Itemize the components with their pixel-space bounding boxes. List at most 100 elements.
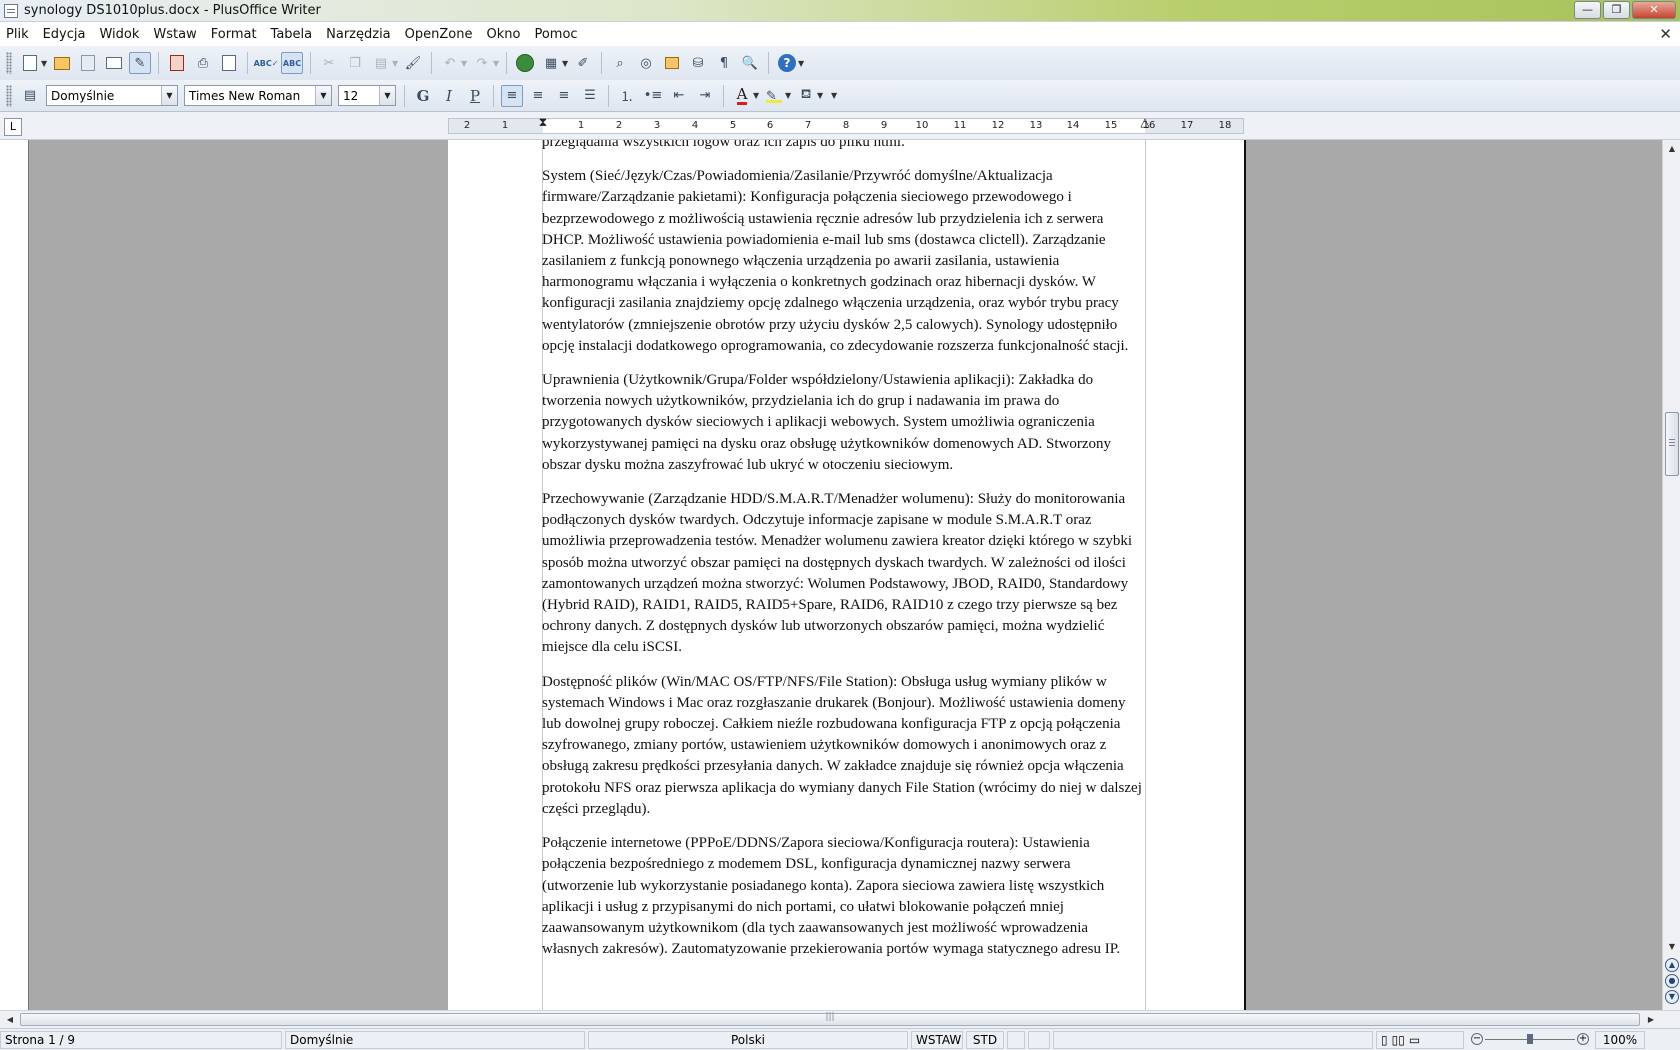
zoom-out-icon[interactable]: − (1471, 1032, 1483, 1045)
paste-icon[interactable]: ▤ (370, 52, 392, 74)
font-size-combo[interactable]: 12 ▼ (338, 85, 396, 106)
justify-icon[interactable]: ☰ (579, 85, 601, 107)
italic-button[interactable]: I (438, 85, 460, 107)
scroll-left-icon[interactable]: ◀ (3, 1013, 17, 1027)
paragraph[interactable]: Przechowywanie (Zarządzanie HDD/S.M.A.R.… (542, 489, 1144, 659)
document-page[interactable]: przeglądania wszystkich logów oraz ich z… (448, 140, 1244, 1010)
horizontal-scroll-thumb[interactable] (20, 1013, 1640, 1026)
align-right-icon[interactable]: ≡ (553, 85, 575, 107)
formatting-marks-icon[interactable]: ¶ (713, 52, 735, 74)
zoom-in-icon[interactable]: + (1577, 1032, 1589, 1045)
maximize-button[interactable]: ❐ (1603, 1, 1630, 19)
multi-page-view-icon[interactable]: ▯▯ (1392, 1032, 1405, 1048)
menu-edit[interactable]: Edycja (36, 27, 93, 42)
export-pdf-icon[interactable] (166, 52, 188, 74)
cut-icon[interactable]: ✂ (318, 52, 340, 74)
page-style-indicator[interactable]: Domyślnie (285, 1030, 585, 1049)
vertical-scrollbar[interactable]: ▲ ▼ ▲ ● ▼ (1662, 140, 1680, 1010)
vertical-scroll-thumb[interactable] (1665, 412, 1679, 476)
table-dropdown-icon[interactable]: ▼ (562, 59, 570, 68)
insert-mode-indicator[interactable]: WSTAW (911, 1030, 963, 1049)
paste-dropdown-icon[interactable]: ▼ (392, 59, 400, 68)
menu-tools[interactable]: Narzędzia (319, 27, 398, 42)
right-indent-marker[interactable]: △ (1140, 115, 1149, 129)
menu-help[interactable]: Pomoc (527, 27, 584, 42)
redo-dropdown-icon[interactable]: ▼ (493, 59, 501, 68)
highlighting-dropdown-icon[interactable]: ▼ (785, 91, 793, 100)
edit-mode-icon[interactable]: ✎ (129, 52, 151, 74)
background-color-icon[interactable]: ⛾ (795, 85, 817, 107)
toolbar-grip[interactable] (6, 84, 12, 107)
chevron-down-icon[interactable]: ▼ (161, 86, 177, 105)
zoom-slider[interactable]: − + (1471, 1031, 1589, 1049)
toolbar-options-icon[interactable]: ▼ (831, 91, 839, 100)
zoom-icon[interactable]: 🔍 (739, 52, 761, 74)
decrease-indent-icon[interactable]: ⇤ (668, 85, 690, 107)
scroll-down-icon[interactable]: ▼ (1665, 940, 1679, 954)
app-icon[interactable] (4, 3, 18, 18)
book-view-icon[interactable]: ▭ (1409, 1032, 1420, 1048)
previous-page-icon[interactable]: ▲ (1665, 958, 1679, 972)
font-color-dropdown-icon[interactable]: ▼ (753, 91, 761, 100)
gallery-icon[interactable] (661, 52, 683, 74)
open-folder-icon[interactable] (51, 52, 73, 74)
highlighting-icon[interactable]: ✎ (763, 85, 785, 107)
tab-type-selector[interactable]: L (4, 118, 22, 136)
new-document-icon[interactable] (19, 52, 41, 74)
hyperlink-icon[interactable] (514, 52, 536, 74)
paragraph[interactable]: System (Sieć/Język/Czas/Powiadomienia/Za… (542, 166, 1144, 357)
bold-button[interactable]: G (412, 85, 434, 107)
help-icon[interactable]: ? (776, 52, 798, 74)
data-sources-icon[interactable]: ⛁ (687, 52, 709, 74)
clone-format-icon[interactable]: 🖌 (402, 52, 424, 74)
close-button[interactable]: ✕ (1632, 1, 1676, 19)
email-icon[interactable] (103, 52, 125, 74)
align-left-icon[interactable]: ≡ (501, 84, 523, 107)
auto-spellcheck-icon[interactable]: ABC (281, 52, 303, 74)
paragraph[interactable]: Połączenie internetowe (PPPoE/DDNS/Zapor… (542, 833, 1144, 960)
paragraph[interactable]: przeglądania wszystkich logów oraz ich z… (542, 140, 1144, 153)
undo-icon[interactable]: ↶ (439, 52, 461, 74)
toolbar-options-icon[interactable]: ▼ (798, 59, 806, 68)
menu-openzone[interactable]: OpenZone (398, 27, 480, 42)
navigation-icon[interactable]: ● (1665, 974, 1679, 988)
scroll-up-icon[interactable]: ▲ (1665, 142, 1679, 156)
chevron-down-icon[interactable]: ▼ (315, 86, 331, 105)
styles-formatting-icon[interactable]: ▤ (19, 85, 41, 107)
spellcheck-icon[interactable]: ABC✓ (254, 52, 279, 74)
numbering-icon[interactable]: ⒈ (616, 85, 638, 107)
close-document-icon[interactable]: ✕ (1659, 25, 1672, 43)
menu-file[interactable]: Plik (0, 27, 36, 42)
chevron-down-icon[interactable]: ▼ (379, 86, 395, 105)
print-preview-icon[interactable] (218, 52, 240, 74)
horizontal-ruler[interactable]: 2 1 1 2 3 4 5 6 7 8 9 10 11 12 13 14 15 … (448, 115, 1244, 134)
paragraph[interactable]: Dostępność plików (Win/MAC OS/FTP/NFS/Fi… (542, 672, 1144, 820)
language-indicator[interactable]: Polski (588, 1030, 908, 1049)
font-color-icon[interactable]: A (731, 85, 753, 107)
toolbar-grip[interactable] (6, 52, 12, 74)
menu-format[interactable]: Format (204, 27, 264, 42)
next-page-icon[interactable]: ▼ (1665, 990, 1679, 1004)
zoom-level[interactable]: 100% (1595, 1030, 1645, 1049)
new-document-dropdown-icon[interactable]: ▼ (41, 59, 49, 68)
print-icon[interactable]: ⎙ (192, 52, 214, 74)
menu-insert[interactable]: Wstaw (146, 27, 203, 42)
table-icon[interactable]: ▦ (540, 52, 562, 74)
page-indicator[interactable]: Strona 1 / 9 (0, 1030, 282, 1049)
copy-icon[interactable]: ❐ (344, 52, 366, 74)
redo-icon[interactable]: ↷ (471, 52, 493, 74)
left-indent-marker[interactable]: ⧗ (539, 115, 547, 130)
menu-window[interactable]: Okno (479, 27, 527, 42)
zoom-slider-knob[interactable] (1527, 1033, 1533, 1044)
digital-signature-indicator[interactable] (1028, 1030, 1050, 1049)
selection-mode-indicator[interactable]: STD (966, 1030, 1004, 1049)
minimize-button[interactable]: — (1574, 1, 1601, 19)
navigator-icon[interactable]: ◎ (635, 52, 657, 74)
document-text[interactable]: przeglądania wszystkich logów oraz ich z… (542, 140, 1144, 973)
scroll-right-icon[interactable]: ▶ (1644, 1013, 1658, 1027)
align-center-icon[interactable]: ≡ (527, 85, 549, 107)
menu-table[interactable]: Tabela (264, 27, 320, 42)
paragraph-style-combo[interactable]: Domyślnie ▼ (46, 85, 178, 106)
single-page-view-icon[interactable]: ▯ (1381, 1032, 1388, 1048)
paragraph[interactable]: Uprawnienia (Użytkownik/Grupa/Folder wsp… (542, 370, 1144, 476)
